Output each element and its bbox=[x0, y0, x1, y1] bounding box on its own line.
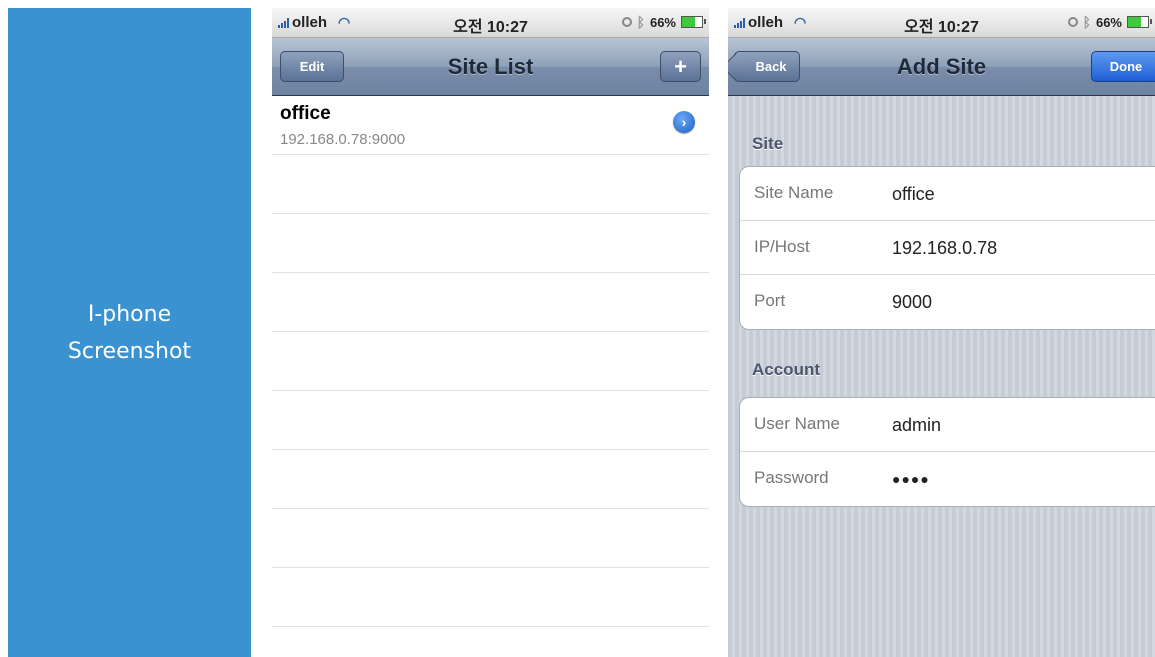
site-address: 192.168.0.78:9000 bbox=[280, 131, 406, 148]
empty-row bbox=[272, 391, 709, 450]
site-list-screen: olleh ◠ 오전 10:27 ᛒ 66% Edit Site List + … bbox=[272, 8, 709, 657]
caption-panel: I-phone Screenshot bbox=[8, 8, 251, 657]
detail-disclosure-icon[interactable]: › bbox=[673, 111, 695, 133]
section-header-site: Site bbox=[752, 134, 784, 153]
caption-line-1: I-phone bbox=[87, 301, 172, 327]
empty-row bbox=[272, 568, 709, 627]
battery-icon bbox=[1127, 16, 1152, 28]
caption-line-2: Screenshot bbox=[67, 338, 192, 364]
done-button[interactable]: Done bbox=[1091, 51, 1155, 82]
battery-percent: 66% bbox=[1095, 14, 1122, 30]
alarm-icon bbox=[621, 17, 632, 27]
status-bar: olleh ◠ 오전 10:27 ᛒ 66% bbox=[272, 8, 709, 38]
field-label: IP/Host bbox=[754, 237, 810, 256]
empty-row bbox=[272, 273, 709, 332]
password-field[interactable]: Password ●●●● bbox=[740, 452, 1155, 506]
list-item[interactable]: office 192.168.0.78:9000 › bbox=[272, 96, 709, 155]
status-right: ᛒ 66% bbox=[621, 14, 706, 30]
ip-host-input[interactable]: 192.168.0.78 bbox=[892, 238, 997, 259]
account-field-group: User Name admin Password ●●●● bbox=[739, 397, 1155, 507]
field-label: User Name bbox=[754, 414, 840, 433]
empty-row bbox=[272, 155, 709, 214]
alarm-icon bbox=[1067, 17, 1078, 27]
password-input[interactable]: ●●●● bbox=[892, 471, 930, 487]
field-label: Port bbox=[754, 291, 786, 310]
nav-bar: Back Add Site Done bbox=[728, 38, 1155, 96]
port-input[interactable]: 9000 bbox=[892, 292, 932, 313]
add-site-screen: olleh ◠ 오전 10:27 ᛒ 66% Back Add Site Don… bbox=[728, 8, 1155, 657]
empty-row bbox=[272, 214, 709, 273]
section-header-account: Account bbox=[752, 360, 820, 379]
user-name-input[interactable]: admin bbox=[892, 415, 941, 436]
user-name-field[interactable]: User Name admin bbox=[740, 398, 1155, 452]
field-label: Site Name bbox=[754, 183, 834, 202]
empty-row bbox=[272, 627, 709, 657]
battery-icon bbox=[681, 16, 706, 28]
status-bar: olleh ◠ 오전 10:27 ᛒ 66% bbox=[728, 8, 1155, 38]
form-content: Site Site Name office IP/Host 192.168.0.… bbox=[728, 96, 1155, 657]
site-list: office 192.168.0.78:9000 › bbox=[272, 96, 709, 657]
nav-bar: Edit Site List + bbox=[272, 38, 709, 96]
site-name: office bbox=[280, 103, 331, 124]
battery-percent: 66% bbox=[649, 14, 676, 30]
empty-row bbox=[272, 450, 709, 509]
bluetooth-icon: ᛒ bbox=[636, 14, 645, 30]
empty-row bbox=[272, 332, 709, 391]
status-right: ᛒ 66% bbox=[1067, 14, 1152, 30]
site-name-field[interactable]: Site Name office bbox=[740, 167, 1155, 221]
field-label: Password bbox=[754, 468, 829, 487]
nav-title: Site List bbox=[447, 54, 534, 79]
bluetooth-icon: ᛒ bbox=[1082, 14, 1091, 30]
empty-row bbox=[272, 509, 709, 568]
ip-host-field[interactable]: IP/Host 192.168.0.78 bbox=[740, 221, 1155, 275]
caption-text: I-phone Screenshot bbox=[68, 296, 191, 370]
port-field[interactable]: Port 9000 bbox=[740, 275, 1155, 329]
add-site-button[interactable]: + bbox=[660, 51, 701, 82]
site-field-group: Site Name office IP/Host 192.168.0.78 Po… bbox=[739, 166, 1155, 330]
site-name-input[interactable]: office bbox=[892, 184, 935, 205]
